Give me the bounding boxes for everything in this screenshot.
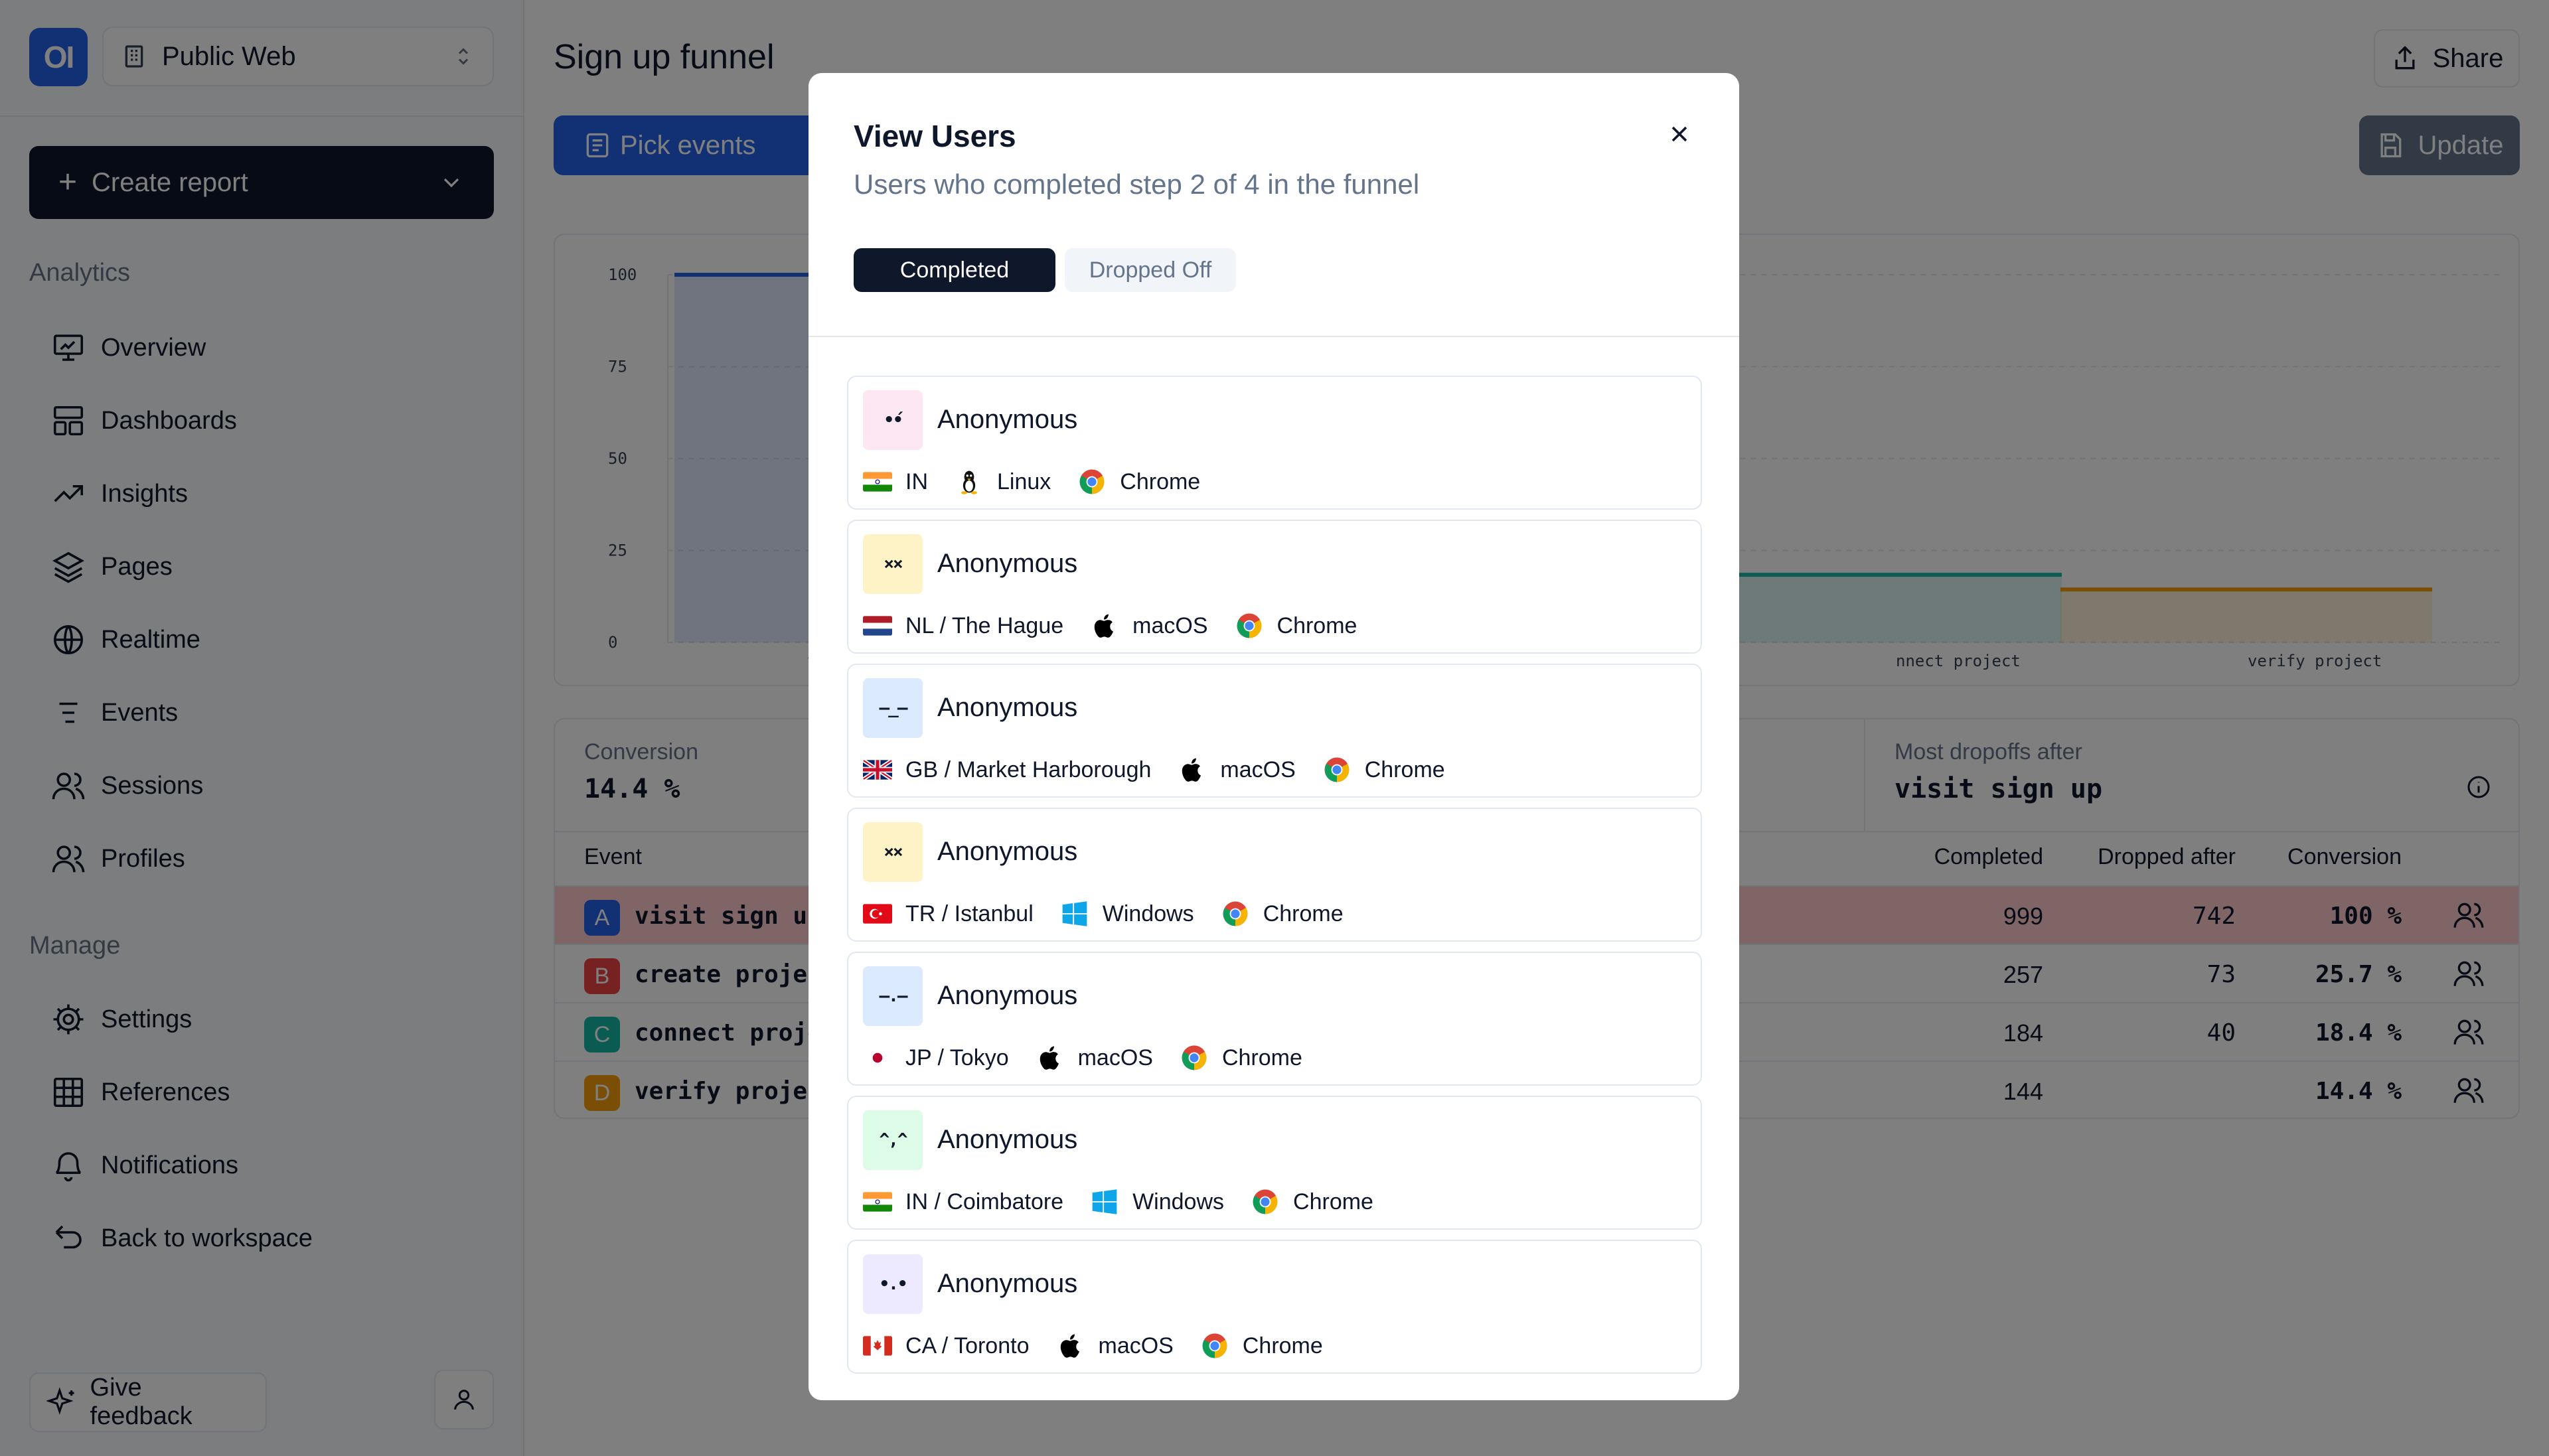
avatar-face: •́• xyxy=(884,410,903,430)
chrome-icon xyxy=(1221,899,1250,928)
user-meta: IN / Coimbatore Windows Chrome xyxy=(863,1186,1400,1218)
user-name: Anonymous xyxy=(937,693,1078,722)
country-flag-icon xyxy=(863,1187,892,1216)
view-users-dialog: View Users Users who completed step 2 of… xyxy=(809,73,1739,1400)
user-name: Anonymous xyxy=(937,981,1078,1010)
user-location: CA / Toronto xyxy=(905,1333,1030,1358)
macos-icon xyxy=(1036,1043,1065,1072)
avatar-face: •.• xyxy=(879,1274,908,1294)
avatar: ^,^ xyxy=(863,1110,923,1170)
windows-icon xyxy=(1060,899,1089,928)
chrome-icon xyxy=(1251,1187,1280,1216)
user-browser: Chrome xyxy=(1364,757,1445,782)
user-os: Windows xyxy=(1132,1189,1225,1214)
user-card[interactable]: •́• Anonymous IN Linux Chrome xyxy=(847,376,1702,510)
macos-icon xyxy=(1178,755,1207,784)
user-meta: NL / The Hague macOS Chrome xyxy=(863,610,1383,642)
chrome-icon xyxy=(1322,755,1352,784)
dialog-title: View Users xyxy=(854,119,1016,153)
user-browser: Chrome xyxy=(1120,469,1201,494)
user-name: Anonymous xyxy=(937,1269,1078,1298)
user-card[interactable]: ×× Anonymous NL / The Hague macOS Chrome xyxy=(847,520,1702,654)
user-meta: GB / Market Harborough macOS Chrome xyxy=(863,754,1472,786)
user-browser: Chrome xyxy=(1221,1045,1302,1070)
user-os: Linux xyxy=(997,469,1051,494)
country-flag-icon xyxy=(863,467,892,496)
linux-icon xyxy=(955,467,984,496)
avatar: •́• xyxy=(863,390,923,450)
user-browser: Chrome xyxy=(1293,1189,1373,1214)
user-card[interactable]: ^,^ Anonymous IN / Coimbatore Windows Ch… xyxy=(847,1096,1702,1230)
dialog-divider xyxy=(809,336,1739,337)
avatar-face: ×× xyxy=(884,842,903,862)
avatar: –_– xyxy=(863,678,923,738)
user-card[interactable]: –_– Anonymous GB / Market Harborough mac… xyxy=(847,664,1702,798)
tab-dropped-off[interactable]: Dropped Off xyxy=(1065,248,1236,292)
chrome-icon xyxy=(1077,467,1107,496)
country-flag-icon xyxy=(863,1043,892,1072)
user-location: IN / Coimbatore xyxy=(905,1189,1064,1214)
country-flag-icon xyxy=(863,1331,892,1360)
user-location: JP / Tokyo xyxy=(905,1045,1009,1070)
avatar: ×× xyxy=(863,534,923,594)
user-meta: JP / Tokyo macOS Chrome xyxy=(863,1042,1329,1074)
user-meta: TR / Istanbul Windows Chrome xyxy=(863,898,1370,930)
user-name: Anonymous xyxy=(937,837,1078,866)
chrome-icon xyxy=(1200,1331,1229,1360)
user-name: Anonymous xyxy=(937,405,1078,434)
user-location: NL / The Hague xyxy=(905,613,1064,638)
windows-icon xyxy=(1090,1187,1119,1216)
avatar-face: ^,^ xyxy=(879,1130,908,1150)
user-os: Windows xyxy=(1102,901,1194,926)
user-name: Anonymous xyxy=(937,549,1078,578)
chrome-icon xyxy=(1235,611,1264,640)
user-location: TR / Istanbul xyxy=(905,901,1034,926)
user-location: IN xyxy=(905,469,928,494)
user-browser: Chrome xyxy=(1263,901,1344,926)
tab-completed[interactable]: Completed xyxy=(854,248,1055,292)
avatar-face: –_– xyxy=(879,698,908,718)
user-browser: Chrome xyxy=(1242,1333,1323,1358)
avatar: •.• xyxy=(863,1254,923,1314)
user-os: macOS xyxy=(1220,757,1296,782)
close-icon xyxy=(1671,126,1687,142)
user-os: macOS xyxy=(1077,1045,1153,1070)
avatar: –.– xyxy=(863,966,923,1026)
country-flag-icon xyxy=(863,611,892,640)
dialog-subtitle: Users who completed step 2 of 4 in the f… xyxy=(854,169,1420,200)
macos-icon xyxy=(1090,611,1119,640)
avatar-face: –.– xyxy=(879,986,908,1006)
chrome-icon xyxy=(1180,1043,1209,1072)
avatar-face: ×× xyxy=(884,554,903,574)
country-flag-icon xyxy=(863,899,892,928)
user-meta: IN Linux Chrome xyxy=(863,466,1227,498)
country-flag-icon xyxy=(863,755,892,784)
macos-icon xyxy=(1056,1331,1085,1360)
user-location: GB / Market Harborough xyxy=(905,757,1152,782)
close-button[interactable] xyxy=(1660,114,1699,154)
user-browser: Chrome xyxy=(1276,613,1357,638)
avatar: ×× xyxy=(863,822,923,882)
user-os: macOS xyxy=(1132,613,1208,638)
user-os: macOS xyxy=(1098,1333,1174,1358)
user-card[interactable]: –.– Anonymous JP / Tokyo macOS Chrome xyxy=(847,952,1702,1086)
user-card[interactable]: •.• Anonymous CA / Toronto macOS Chrome xyxy=(847,1240,1702,1374)
user-name: Anonymous xyxy=(937,1125,1078,1154)
user-meta: CA / Toronto macOS Chrome xyxy=(863,1330,1350,1362)
user-card[interactable]: ×× Anonymous TR / Istanbul Windows Chrom… xyxy=(847,808,1702,942)
